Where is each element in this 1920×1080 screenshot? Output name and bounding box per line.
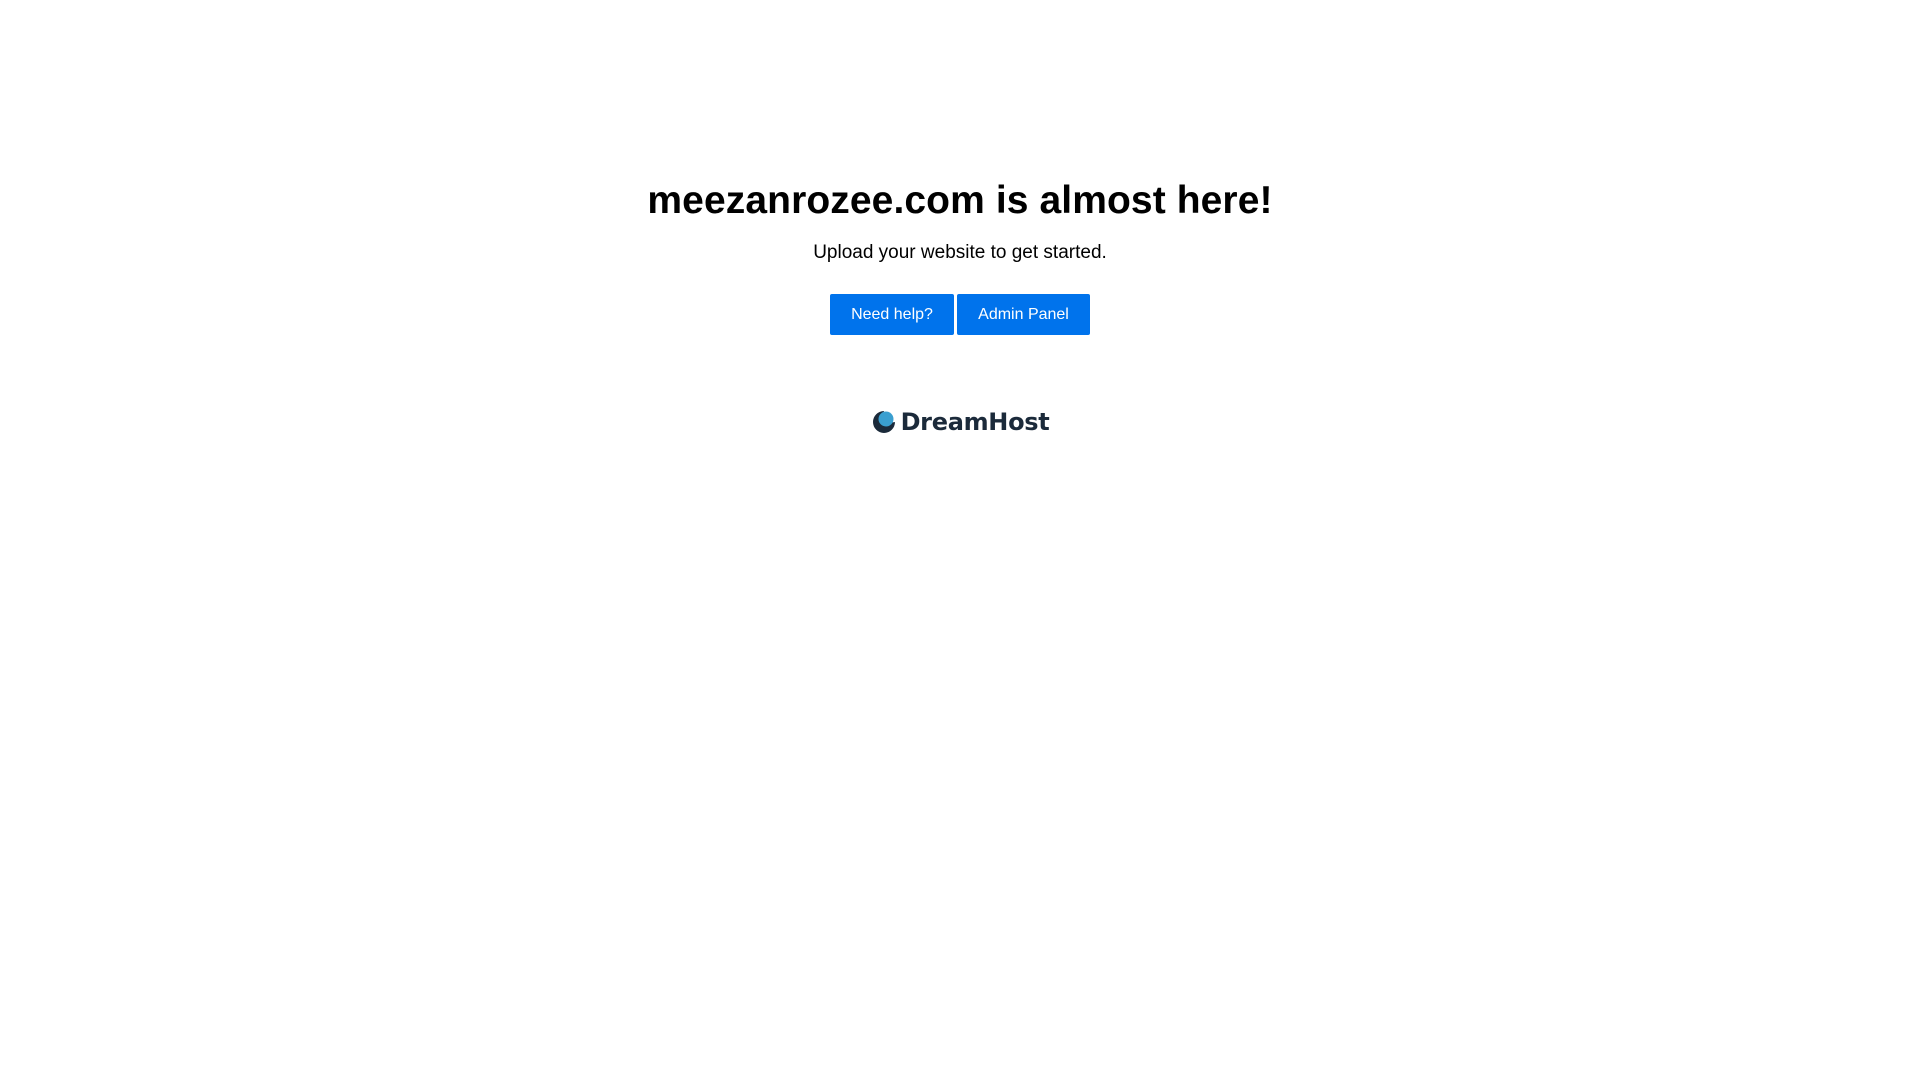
page-title: meezanrozee.com is almost here!: [647, 179, 1273, 222]
action-buttons: Need help? Admin Panel: [0, 294, 1920, 335]
admin-panel-button[interactable]: Admin Panel: [957, 294, 1090, 335]
brand-name: DreamHost: [900, 408, 1050, 436]
dreamhost-moon-icon: [872, 411, 895, 433]
page: meezanrozee.com is almost here! Upload y…: [0, 0, 1920, 1080]
main-content: meezanrozee.com is almost here! Upload y…: [0, 178, 1920, 335]
dreamhost-logo[interactable]: DreamHost: [0, 408, 1920, 436]
need-help-button[interactable]: Need help?: [830, 294, 954, 335]
logo-wrapper: DreamHost: [871, 408, 1050, 436]
page-subtitle: Upload your website to get started.: [813, 242, 1107, 263]
